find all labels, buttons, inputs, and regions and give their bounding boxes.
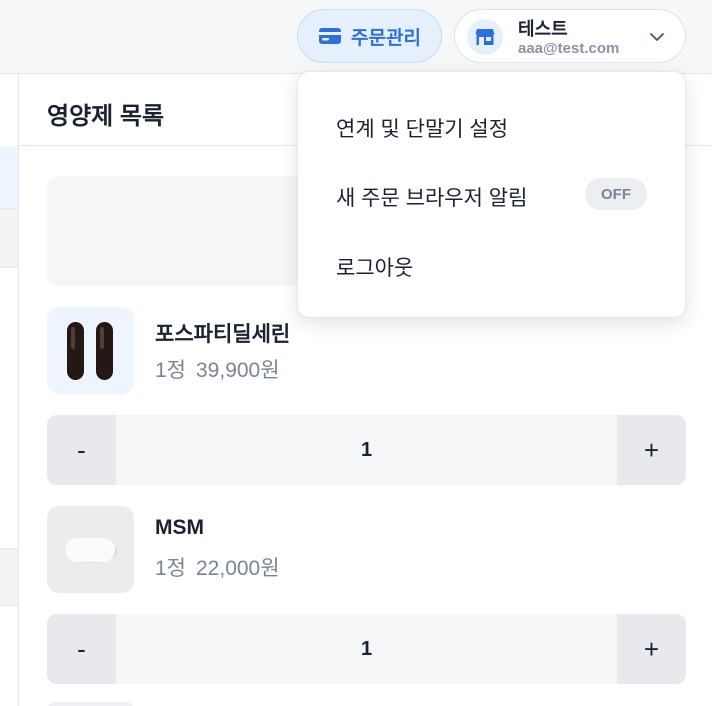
chevron-down-icon	[650, 33, 664, 41]
menu-item-label: 새 주문 브라우저 알림	[336, 187, 528, 210]
credit-card-icon	[319, 28, 342, 44]
menu-item-logout[interactable]: 로그아웃	[298, 237, 685, 293]
product-price: 22,000원	[196, 557, 280, 580]
account-name: 테스트	[518, 19, 568, 39]
quantity-value: 1	[360, 438, 373, 461]
menu-item-label: 연계 및 단말기 설정	[336, 118, 509, 141]
product-unit: 1정	[155, 557, 186, 580]
store-icon	[467, 19, 503, 55]
notification-toggle[interactable]: OFF	[585, 178, 647, 210]
side-column	[0, 74, 19, 706]
decrease-quantity-button[interactable]: -	[47, 614, 116, 684]
next-product-image	[47, 702, 134, 706]
account-email: aaa@test.com	[518, 40, 620, 57]
account-dropdown-menu: 연계 및 단말기 설정 새 주문 브라우저 알림 OFF 로그아웃	[297, 71, 686, 318]
menu-item-browser-notification[interactable]: 새 주문 브라우저 알림 OFF	[298, 167, 685, 223]
increase-quantity-button[interactable]: +	[617, 614, 686, 684]
product-price-line: 1정 39,900원	[155, 354, 280, 384]
product-unit: 1정	[155, 359, 186, 382]
order-management-label: 주문관리	[351, 27, 421, 49]
quantity-value: 1	[360, 637, 373, 660]
order-management-button[interactable]: 주문관리	[297, 9, 442, 63]
side-column-row[interactable]	[0, 208, 18, 268]
menu-item-label: 로그아웃	[336, 257, 414, 280]
product-image-phosphatidylserine	[47, 307, 134, 394]
quantity-stepper: - 1 +	[47, 614, 686, 684]
product-price: 39,900원	[196, 359, 280, 382]
account-menu-button[interactable]: 테스트 aaa@test.com	[454, 9, 686, 63]
panel-title: 영양제 목록	[47, 103, 165, 130]
side-column-row-selected[interactable]	[0, 146, 18, 208]
product-name: MSM	[155, 516, 204, 539]
menu-item-integration-settings[interactable]: 연계 및 단말기 설정	[298, 98, 685, 154]
app-screen: 주문관리 테스트 aaa@test.com 영양제 목록 포스파티딜세린 1정 …	[0, 0, 712, 706]
decrease-quantity-button[interactable]: -	[47, 415, 116, 485]
increase-quantity-button[interactable]: +	[617, 415, 686, 485]
side-column-row[interactable]	[0, 548, 18, 606]
product-name: 포스파티딜세린	[155, 323, 291, 346]
top-bar: 주문관리 테스트 aaa@test.com	[0, 0, 712, 74]
product-image-msm	[47, 506, 134, 593]
quantity-stepper: - 1 +	[47, 415, 686, 485]
product-price-line: 1정 22,000원	[155, 552, 280, 582]
